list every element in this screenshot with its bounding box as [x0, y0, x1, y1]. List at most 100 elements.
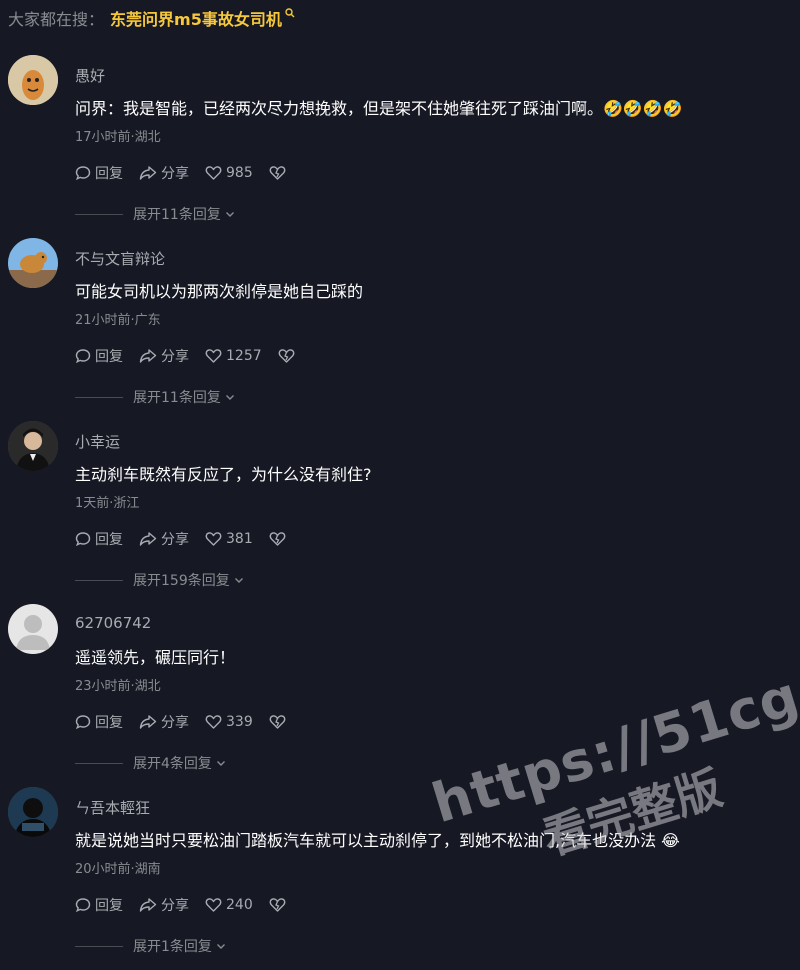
chevron-down-icon	[216, 944, 225, 949]
divider-line	[75, 762, 123, 764]
broken-heart-icon	[269, 898, 286, 912]
reply-button[interactable]: 回复	[75, 895, 123, 915]
dislike-button[interactable]	[269, 714, 290, 730]
avatar[interactable]	[8, 787, 58, 837]
heart-icon	[205, 715, 222, 729]
share-label: 分享	[161, 166, 189, 182]
comment-text: 就是说她当时只要松油门踏板汽车就可以主动刹停了，到她不松油门,汽车也没办法 😂	[75, 831, 680, 850]
dislike-button[interactable]	[269, 165, 290, 181]
search-icon	[285, 8, 295, 18]
like-button[interactable]: 1257	[205, 348, 262, 364]
share-label: 分享	[161, 349, 189, 365]
reply-label: 回复	[95, 349, 123, 365]
comment-item: 愚好 问界：我是智能，已经两次尽力想挽救，但是架不住她肇往死了踩油门啊。🤣🤣🤣🤣…	[0, 55, 800, 238]
comment-meta: 1天前·浙江	[75, 496, 140, 511]
comment-text: 主动刹车既然有反应了，为什么没有刹住?	[75, 465, 372, 484]
chevron-down-icon	[225, 395, 234, 400]
divider-line	[75, 396, 123, 398]
comment-text: 遥遥领先，碾压同行！	[75, 648, 236, 667]
like-count: 339	[226, 714, 253, 730]
comment-item: 不与文盲辩论 可能女司机以为那两次刹停是她自己踩的 21小时前·广东 回复 分享…	[0, 238, 800, 421]
reply-label: 回复	[95, 166, 123, 182]
comment-bubble-icon	[75, 349, 91, 364]
avatar[interactable]	[8, 238, 58, 288]
share-arrow-icon	[139, 166, 157, 180]
reply-label: 回复	[95, 898, 123, 914]
expand-replies-button[interactable]: 展开11条回复	[75, 387, 235, 407]
username[interactable]: ㄣ吾本輕狂	[75, 797, 150, 818]
chevron-down-icon	[225, 212, 234, 217]
search-suggestion-bar[interactable]: 大家都在搜： 东莞问界m5事故女司机	[8, 4, 295, 32]
username[interactable]: 不与文盲辩论	[75, 248, 165, 269]
username[interactable]: 62706742	[75, 614, 151, 632]
broken-heart-icon	[269, 715, 286, 729]
expand-replies-label: 展开1条回复	[133, 939, 212, 955]
reply-label: 回复	[95, 715, 123, 731]
like-count: 1257	[226, 348, 262, 364]
comment-text: 问界：我是智能，已经两次尽力想挽救，但是架不住她肇往死了踩油门啊。🤣🤣🤣🤣	[75, 99, 683, 118]
heart-icon	[205, 898, 222, 912]
dislike-button[interactable]	[269, 531, 290, 547]
heart-icon	[205, 166, 222, 180]
share-button[interactable]: 分享	[139, 529, 189, 549]
like-count: 381	[226, 531, 253, 547]
dislike-button[interactable]	[278, 348, 299, 364]
broken-heart-icon	[278, 349, 295, 363]
divider-line	[75, 945, 123, 947]
heart-icon	[205, 349, 222, 363]
comment-bubble-icon	[75, 715, 91, 730]
like-count: 240	[226, 897, 253, 913]
comment-item: 小幸运 主动刹车既然有反应了，为什么没有刹住? 1天前·浙江 回复 分享 381…	[0, 421, 800, 604]
comment-item: 62706742 遥遥领先，碾压同行！ 23小时前·湖北 回复 分享 339 展…	[0, 604, 800, 787]
share-button[interactable]: 分享	[139, 895, 189, 915]
comment-bubble-icon	[75, 532, 91, 547]
username[interactable]: 愚好	[75, 65, 105, 86]
avatar[interactable]	[8, 55, 58, 105]
like-button[interactable]: 339	[205, 714, 253, 730]
expand-replies-button[interactable]: 展开1条回复	[75, 936, 226, 956]
comment-bubble-icon	[75, 898, 91, 913]
like-count: 985	[226, 165, 253, 181]
like-button[interactable]: 381	[205, 531, 253, 547]
comment-text: 可能女司机以为那两次刹停是她自己踩的	[75, 282, 364, 301]
share-label: 分享	[161, 715, 189, 731]
comment-meta: 17小时前·湖北	[75, 130, 161, 145]
avatar[interactable]	[8, 604, 58, 654]
share-button[interactable]: 分享	[139, 712, 189, 732]
like-button[interactable]: 985	[205, 165, 253, 181]
share-button[interactable]: 分享	[139, 346, 189, 366]
expand-replies-label: 展开11条回复	[133, 207, 221, 223]
expand-replies-button[interactable]: 展开11条回复	[75, 204, 235, 224]
chevron-down-icon	[216, 761, 225, 766]
username[interactable]: 小幸运	[75, 431, 120, 452]
expand-replies-button[interactable]: 展开159条回复	[75, 570, 244, 590]
share-arrow-icon	[139, 532, 157, 546]
reply-button[interactable]: 回复	[75, 163, 123, 183]
comment-meta: 20小时前·湖南	[75, 862, 161, 877]
reply-button[interactable]: 回复	[75, 346, 123, 366]
reply-button[interactable]: 回复	[75, 529, 123, 549]
chevron-down-icon	[234, 578, 243, 583]
expand-replies-label: 展开4条回复	[133, 756, 212, 772]
divider-line	[75, 579, 123, 581]
divider-line	[75, 213, 123, 215]
expand-replies-label: 展开159条回复	[133, 573, 230, 589]
heart-icon	[205, 532, 222, 546]
comment-meta: 21小时前·广东	[75, 313, 161, 328]
avatar[interactable]	[8, 421, 58, 471]
share-button[interactable]: 分享	[139, 163, 189, 183]
share-label: 分享	[161, 898, 189, 914]
share-arrow-icon	[139, 349, 157, 363]
share-label: 分享	[161, 532, 189, 548]
search-prefix: 大家都在搜：	[8, 10, 105, 29]
dislike-button[interactable]	[269, 897, 290, 913]
expand-replies-button[interactable]: 展开4条回复	[75, 753, 226, 773]
like-button[interactable]: 240	[205, 897, 253, 913]
broken-heart-icon	[269, 166, 286, 180]
reply-button[interactable]: 回复	[75, 712, 123, 732]
comment-bubble-icon	[75, 166, 91, 181]
search-term-link[interactable]: 东莞问界m5事故女司机	[110, 6, 282, 30]
share-arrow-icon	[139, 898, 157, 912]
expand-replies-label: 展开11条回复	[133, 390, 221, 406]
broken-heart-icon	[269, 532, 286, 546]
